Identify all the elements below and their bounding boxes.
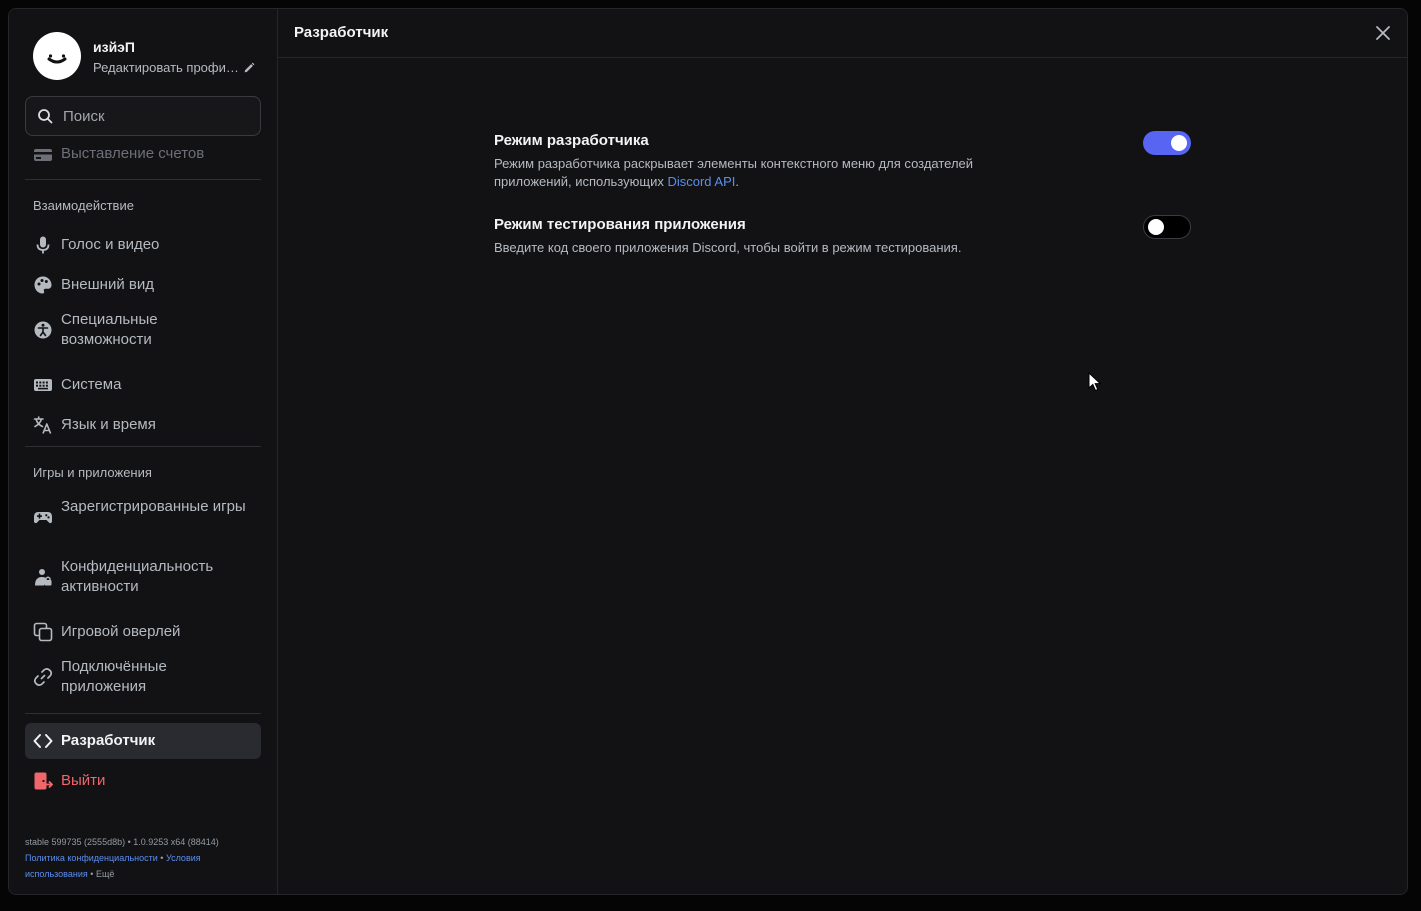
overlay-icon — [33, 622, 53, 642]
palette-icon — [34, 276, 52, 294]
toggle-knob — [1148, 219, 1164, 235]
app-test-mode-toggle[interactable] — [1143, 215, 1191, 239]
sidebar-item-label: Выйти — [61, 772, 106, 789]
setting-title: Режим разработчика — [494, 132, 649, 149]
sidebar-item-label: Специальные возможности — [61, 311, 158, 348]
setting-description: Режим разработчика раскрывает элементы к… — [494, 155, 994, 191]
sidebar-item-label: Голос и видео — [61, 236, 160, 253]
sidebar-item-label: Внешний вид — [61, 276, 154, 293]
discord-api-link[interactable]: Discord API — [667, 174, 735, 189]
language-icon — [33, 416, 52, 434]
sidebar-item-label: Разработчик — [61, 732, 156, 749]
sidebar-item-registered-games[interactable]: Зарегистрированные игры — [25, 494, 261, 540]
username: изйэП — [93, 39, 135, 55]
more-link[interactable]: Ещё — [96, 869, 114, 879]
footer-separator: • — [90, 869, 94, 879]
keyboard-icon — [34, 379, 52, 391]
sidebar-item-label: Зарегистрированные игры — [61, 498, 246, 515]
sidebar-item-label: Язык и время — [61, 416, 156, 433]
sidebar-item-system[interactable]: Система — [25, 367, 261, 403]
microphone-icon — [36, 236, 50, 254]
avatar[interactable] — [33, 32, 81, 80]
section-title-interaction: Взаимодействие — [33, 198, 134, 213]
gamepad-icon — [34, 512, 52, 524]
build-info: stable 599735 (2555d8b) • 1.0.9253 x64 (… — [25, 837, 219, 847]
divider — [25, 713, 261, 714]
sidebar-item-label: Выставление счетов — [61, 145, 205, 162]
setting-description-end: . — [735, 174, 739, 189]
code-icon — [33, 734, 53, 748]
sidebar-item-label: Система — [61, 376, 122, 393]
profile-card[interactable]: изйэП Редактировать профиль — [33, 31, 263, 83]
mouse-cursor-icon — [1088, 372, 1102, 392]
activity-privacy-icon — [35, 569, 52, 586]
avatar-face-icon — [47, 54, 67, 64]
sidebar-footer: stable 599735 (2555d8b) • 1.0.9253 x64 (… — [25, 834, 255, 882]
link-icon — [33, 668, 53, 686]
setting-title: Режим тестирования приложения — [494, 216, 746, 233]
section-title-games: Игры и приложения — [33, 465, 152, 480]
credit-card-icon — [34, 149, 52, 161]
logout-icon — [34, 772, 53, 790]
footer-separator: • — [160, 853, 164, 863]
sidebar-item-label: Подключённые приложения — [61, 658, 167, 695]
sidebar-item-voice-video[interactable]: Голос и видео — [25, 227, 261, 263]
search-input[interactable] — [63, 97, 253, 135]
developer-mode-toggle[interactable] — [1143, 131, 1191, 155]
sidebar-item-activity-privacy[interactable]: Конфиденциальность активности — [25, 554, 261, 600]
app-test-mode-setting: Режим тестирования приложения Введите ко… — [494, 215, 1194, 257]
divider — [25, 446, 261, 447]
sidebar-item-connected-apps[interactable]: Подключённые приложения — [25, 654, 261, 700]
settings-modal: изйэП Редактировать профиль Выставление … — [8, 8, 1408, 895]
close-icon[interactable] — [1373, 23, 1393, 43]
sidebar-item-accessibility[interactable]: Специальные возможности — [25, 307, 261, 353]
privacy-policy-link[interactable]: Политика конфиденциальности — [25, 853, 158, 863]
accessibility-icon — [34, 321, 52, 339]
sidebar-item-label: Конфиденциальность активности — [61, 558, 214, 595]
content-header: Разработчик — [278, 9, 1407, 58]
search-box[interactable] — [25, 96, 261, 136]
setting-description: Введите код своего приложения Discord, ч… — [494, 240, 962, 255]
logout-button[interactable]: Выйти — [25, 763, 261, 799]
sidebar-item-game-overlay[interactable]: Игровой оверлей — [25, 614, 261, 650]
page-title: Разработчик — [294, 24, 389, 41]
sidebar-item-developer[interactable]: Разработчик — [25, 723, 261, 759]
sidebar-item-billing[interactable]: Выставление счетов — [25, 143, 261, 165]
search-icon — [38, 109, 53, 124]
toggle-knob — [1171, 135, 1187, 151]
developer-mode-setting: Режим разработчика Режим разработчика ра… — [494, 131, 1194, 191]
pencil-icon[interactable] — [242, 61, 256, 75]
sidebar-item-label: Игровой оверлей — [61, 623, 181, 640]
sidebar-item-language[interactable]: Язык и время — [25, 407, 261, 443]
settings-sidebar: изйэП Редактировать профиль Выставление … — [9, 9, 278, 894]
divider — [25, 179, 261, 180]
edit-profile-link[interactable]: Редактировать профиль — [93, 60, 239, 75]
settings-content: Разработчик Режим разработчика Режим раз… — [278, 9, 1407, 894]
sidebar-item-appearance[interactable]: Внешний вид — [25, 267, 261, 303]
